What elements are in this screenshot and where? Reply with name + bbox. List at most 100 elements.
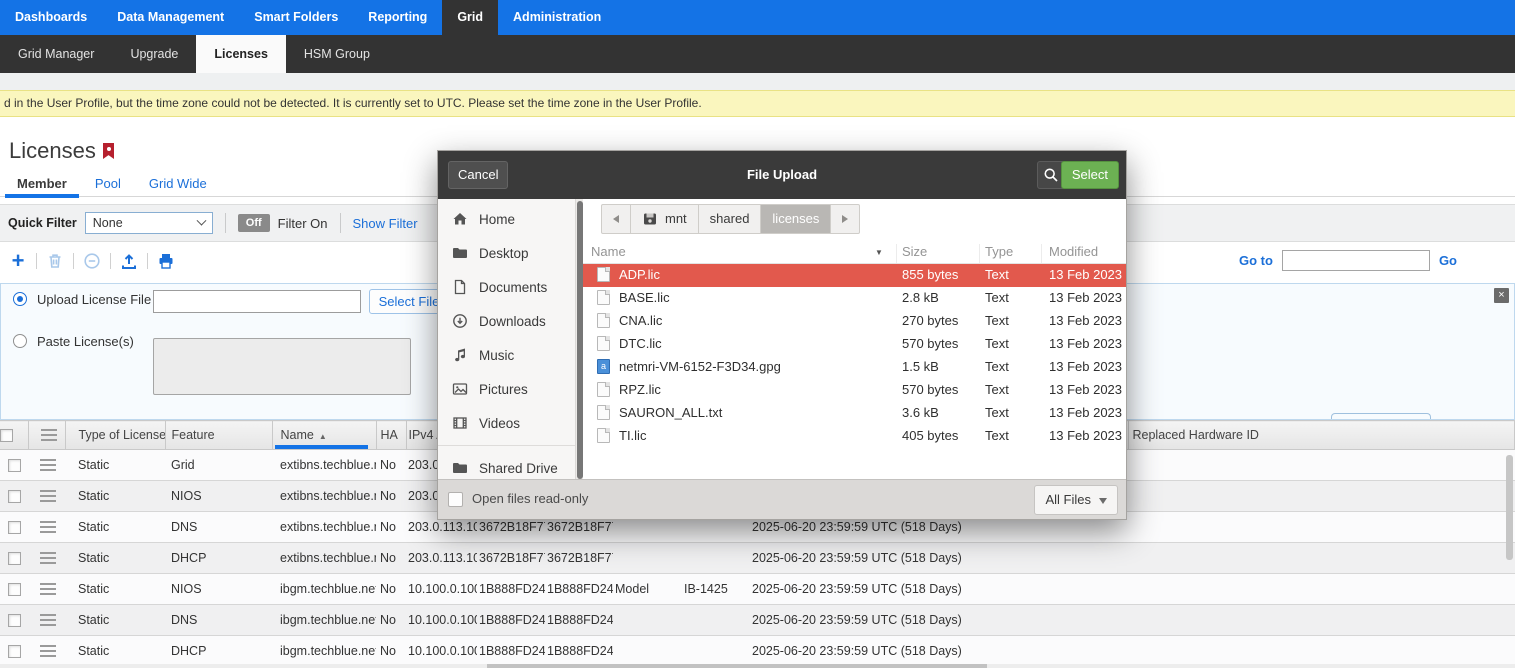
delete-icon[interactable] xyxy=(45,251,65,271)
goto-label: Go to xyxy=(1239,253,1273,268)
quick-filter-select[interactable]: None xyxy=(85,212,213,234)
sidebar-item-downloads[interactable]: Downloads xyxy=(438,304,575,338)
sort-descending-icon: ▼ xyxy=(875,248,883,257)
table-row[interactable]: StaticNIOSibgm.techblue.netNo10.100.0.10… xyxy=(0,574,1515,605)
file-row-ti-lic[interactable]: TI.lic405 bytesText13 Feb 2023 xyxy=(583,425,1126,448)
sidebar-item-home[interactable]: Home xyxy=(438,202,575,236)
tab-pool[interactable]: Pool xyxy=(81,172,135,197)
row-menu-icon[interactable] xyxy=(40,521,56,523)
cell-hw2: 1B888FD244D… xyxy=(545,574,613,605)
row-menu-icon[interactable] xyxy=(40,459,56,461)
print-icon[interactable] xyxy=(156,251,176,271)
scrollbar-thumb[interactable] xyxy=(577,201,583,479)
bookmark-icon[interactable] xyxy=(103,143,114,159)
subnav-item-licenses[interactable]: Licenses xyxy=(196,35,286,73)
upload-icon[interactable] xyxy=(119,251,139,271)
sidebar-item-label: Desktop xyxy=(479,246,529,261)
subnav-item-grid-manager[interactable]: Grid Manager xyxy=(0,35,112,73)
column-header-type[interactable]: Type of License xyxy=(65,421,165,450)
paste-license-radio[interactable] xyxy=(13,334,27,348)
nav-item-reporting[interactable]: Reporting xyxy=(353,0,442,35)
row-checkbox[interactable] xyxy=(8,583,21,596)
read-only-checkbox[interactable] xyxy=(448,492,463,507)
file-row-sauron-all-txt[interactable]: SAURON_ALL.txt3.6 kBText13 Feb 2023 xyxy=(583,402,1126,425)
breadcrumb-shared[interactable]: shared xyxy=(699,204,762,234)
column-size[interactable]: Size xyxy=(902,244,927,259)
nav-item-grid[interactable]: Grid xyxy=(442,0,498,35)
license-file-input[interactable] xyxy=(153,290,361,313)
row-menu-icon[interactable] xyxy=(40,614,56,616)
breadcrumb-forward-button[interactable] xyxy=(831,204,860,234)
goto-input[interactable] xyxy=(1282,250,1430,271)
nav-item-smart-folders[interactable]: Smart Folders xyxy=(239,0,353,35)
row-menu-icon[interactable] xyxy=(40,490,56,492)
toolbar-divider xyxy=(73,253,74,269)
subnav-item-hsm-group[interactable]: HSM Group xyxy=(286,35,388,73)
go-button[interactable]: Go xyxy=(1439,253,1457,268)
file-row-cna-lic[interactable]: CNA.lic270 bytesText13 Feb 2023 xyxy=(583,310,1126,333)
vertical-scrollbar[interactable] xyxy=(1506,455,1513,560)
column-modified[interactable]: Modified xyxy=(1049,244,1098,259)
goto-box: Go to Go xyxy=(1239,250,1457,271)
sidebar-item-music[interactable]: Music xyxy=(438,338,575,372)
row-checkbox[interactable] xyxy=(8,552,21,565)
row-menu-icon[interactable] xyxy=(40,583,56,585)
cell-name: ibgm.techblue.net xyxy=(272,605,376,636)
row-checkbox[interactable] xyxy=(8,614,21,627)
close-icon[interactable]: × xyxy=(1494,288,1509,303)
column-header-rep[interactable]: Replaced Hardware ID xyxy=(1128,421,1515,450)
row-checkbox[interactable] xyxy=(8,490,21,503)
row-menu-icon[interactable] xyxy=(40,645,56,647)
nav-item-data-management[interactable]: Data Management xyxy=(102,0,239,35)
file-row-netmri-vm-6152-f3d34-gpg[interactable]: anetmri-VM-6152-F3D34.gpg1.5 kBText13 Fe… xyxy=(583,356,1126,379)
row-menu-icon[interactable] xyxy=(40,552,56,554)
file-row-adp-lic[interactable]: ADP.lic855 bytesText13 Feb 2023 xyxy=(583,264,1126,287)
column-header-ha[interactable]: HA xyxy=(376,421,406,450)
row-checkbox[interactable] xyxy=(8,459,21,472)
row-checkbox[interactable] xyxy=(8,521,21,534)
file-modified: 13 Feb 2023 xyxy=(1049,313,1122,328)
subnav-item-upgrade[interactable]: Upgrade xyxy=(112,35,196,73)
breadcrumb-licenses[interactable]: licenses xyxy=(761,204,831,234)
horizontal-scrollbar[interactable] xyxy=(0,664,1515,668)
file-type-filter-button[interactable]: All Files xyxy=(1034,485,1118,515)
column-name[interactable]: Name xyxy=(591,244,626,259)
download-icon xyxy=(452,313,468,329)
column-header-feature[interactable]: Feature xyxy=(165,421,272,450)
file-name: ADP.lic xyxy=(619,267,660,282)
add-icon[interactable]: + xyxy=(8,251,28,271)
sidebar-item-desktop[interactable]: Desktop xyxy=(438,236,575,270)
nav-item-administration[interactable]: Administration xyxy=(498,0,616,35)
select-button[interactable]: Select xyxy=(1061,161,1119,189)
sidebar-item-videos[interactable]: Videos xyxy=(438,406,575,440)
breadcrumb-back-button[interactable] xyxy=(601,204,631,234)
tab-member[interactable]: Member xyxy=(3,172,81,197)
file-row-dtc-lic[interactable]: DTC.lic570 bytesText13 Feb 2023 xyxy=(583,333,1126,356)
menu-icon[interactable] xyxy=(41,429,57,431)
paste-license-textarea[interactable] xyxy=(153,338,411,395)
table-row[interactable]: StaticDHCPextibns.techblue.n…No203.0.113… xyxy=(0,543,1515,574)
disable-icon[interactable] xyxy=(82,251,102,271)
sidebar-item-pictures[interactable]: Pictures xyxy=(438,372,575,406)
panel-collapse-grip[interactable] xyxy=(1331,413,1431,419)
table-row[interactable]: StaticDHCPibgm.techblue.netNo10.100.0.10… xyxy=(0,636,1515,667)
cell-limt xyxy=(613,543,682,574)
file-row-rpz-lic[interactable]: RPZ.lic570 bytesText13 Feb 2023 xyxy=(583,379,1126,402)
column-divider xyxy=(1041,244,1042,263)
sidebar-scrollbar[interactable] xyxy=(576,199,583,481)
filter-toggle-off[interactable]: Off xyxy=(238,214,270,232)
breadcrumb-drive[interactable]: mnt xyxy=(631,204,699,234)
column-header-name[interactable]: Name▲ xyxy=(272,421,376,450)
file-row-base-lic[interactable]: BASE.lic2.8 kBText13 Feb 2023 xyxy=(583,287,1126,310)
sidebar-item-documents[interactable]: Documents xyxy=(438,270,575,304)
scrollbar-thumb[interactable] xyxy=(487,664,987,668)
tab-grid-wide[interactable]: Grid Wide xyxy=(135,172,221,197)
toolbar-divider xyxy=(110,253,111,269)
select-all-checkbox[interactable] xyxy=(0,429,13,442)
row-checkbox[interactable] xyxy=(8,645,21,658)
show-filter-link[interactable]: Show Filter xyxy=(353,216,418,231)
nav-item-dashboards[interactable]: Dashboards xyxy=(0,0,102,35)
upload-license-file-radio[interactable] xyxy=(13,292,27,306)
column-type[interactable]: Type xyxy=(985,244,1013,259)
table-row[interactable]: StaticDNSibgm.techblue.netNo10.100.0.100… xyxy=(0,605,1515,636)
